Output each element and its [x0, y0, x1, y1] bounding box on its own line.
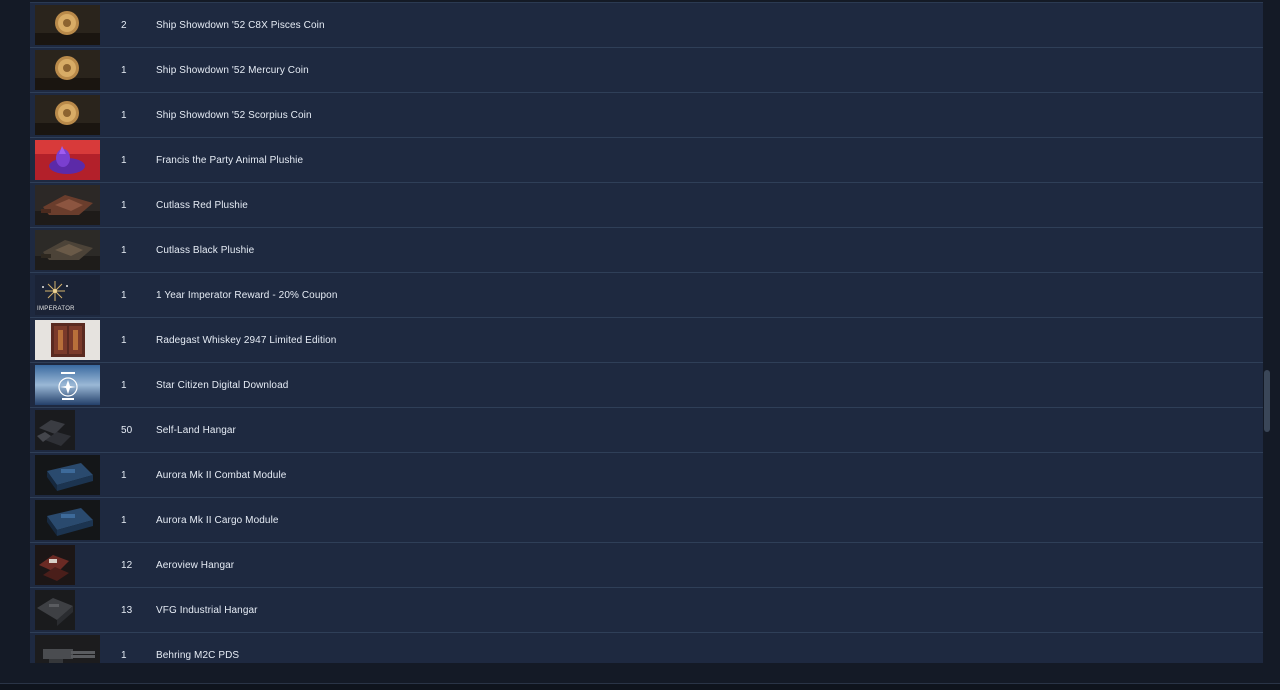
list-item[interactable]: 13 VFG Industrial Hangar — [30, 588, 1263, 633]
item-name: Aurora Mk II Combat Module — [156, 469, 287, 481]
imperator-logo-icon: IMPERATOR — [35, 275, 100, 315]
ship-plushie-icon — [35, 185, 100, 225]
item-quantity: 2 — [121, 19, 127, 31]
list-item[interactable]: 2 Ship Showdown '52 C8X Pisces Coin — [30, 3, 1263, 48]
list-item[interactable]: 1 Aurora Mk II Combat Module — [30, 453, 1263, 498]
scrollbar-track[interactable] — [1264, 0, 1272, 690]
item-quantity: 1 — [121, 379, 127, 391]
turret-icon — [35, 635, 100, 663]
item-name: Cutlass Black Plushie — [156, 244, 255, 256]
item-name: Aeroview Hangar — [156, 559, 235, 571]
list-item[interactable]: 1 Cutlass Red Plushie — [30, 183, 1263, 228]
item-quantity: 13 — [121, 604, 133, 616]
ship-plushie-icon — [35, 230, 100, 270]
module-icon — [35, 455, 100, 495]
item-quantity: 1 — [121, 289, 127, 301]
list-item[interactable]: 1 Ship Showdown '52 Scorpius Coin — [30, 93, 1263, 138]
item-quantity: 1 — [121, 199, 127, 211]
hangar-icon — [35, 590, 75, 630]
svg-text:IMPERATOR: IMPERATOR — [37, 306, 75, 312]
item-name: Self-Land Hangar — [156, 424, 236, 436]
list-item[interactable]: 50 Self-Land Hangar — [30, 408, 1263, 453]
item-name: Radegast Whiskey 2947 Limited Edition — [156, 334, 337, 346]
list-item[interactable]: 12 Aeroview Hangar — [30, 543, 1263, 588]
list-item[interactable]: IMPERATOR 1 1 Year Imperator Reward - 20… — [30, 273, 1263, 318]
star-citizen-logo-icon — [35, 365, 100, 405]
item-name: Cutlass Red Plushie — [156, 199, 248, 211]
coin-icon — [35, 5, 100, 45]
item-quantity: 1 — [121, 154, 127, 166]
item-quantity: 1 — [121, 64, 127, 76]
coin-icon — [35, 95, 100, 135]
item-name: Ship Showdown '52 Scorpius Coin — [156, 109, 312, 121]
scrollbar-thumb[interactable] — [1264, 370, 1270, 432]
item-name: Ship Showdown '52 Mercury Coin — [156, 64, 309, 76]
item-name: Aurora Mk II Cargo Module — [156, 514, 279, 526]
list-item[interactable]: 1 Francis the Party Animal Plushie — [30, 138, 1263, 183]
item-quantity: 12 — [121, 559, 133, 571]
hangar-icon — [35, 410, 75, 450]
bottom-bar — [0, 683, 1280, 690]
item-list: 2 Ship Showdown '52 C8X Pisces Coin 1 Sh… — [30, 2, 1263, 663]
list-item[interactable]: 1 Ship Showdown '52 Mercury Coin — [30, 48, 1263, 93]
list-item[interactable]: 1 Behring M2C PDS — [30, 633, 1263, 663]
item-quantity: 1 — [121, 334, 127, 346]
item-name: Francis the Party Animal Plushie — [156, 154, 304, 166]
item-quantity: 1 — [121, 649, 127, 661]
item-quantity: 50 — [121, 424, 133, 436]
item-quantity: 1 — [121, 469, 127, 481]
list-item[interactable]: 1 Cutlass Black Plushie — [30, 228, 1263, 273]
list-item[interactable]: 1 Radegast Whiskey 2947 Limited Edition — [30, 318, 1263, 363]
page: 2 Ship Showdown '52 C8X Pisces Coin 1 Sh… — [0, 0, 1280, 690]
item-quantity: 1 — [121, 244, 127, 256]
hangar-icon — [35, 545, 75, 585]
list-item[interactable]: 1 Aurora Mk II Cargo Module — [30, 498, 1263, 543]
list-item[interactable]: 1 Star Citizen Digital Download — [30, 363, 1263, 408]
item-name: Star Citizen Digital Download — [156, 379, 289, 391]
item-name: Ship Showdown '52 C8X Pisces Coin — [156, 19, 325, 31]
whiskey-case-icon — [35, 320, 100, 360]
item-quantity: 1 — [121, 109, 127, 121]
coin-icon — [35, 50, 100, 90]
plushie-icon — [35, 140, 100, 180]
item-name: 1 Year Imperator Reward - 20% Coupon — [156, 289, 338, 301]
module-icon — [35, 500, 100, 540]
item-name: Behring M2C PDS — [156, 649, 240, 661]
item-name: VFG Industrial Hangar — [156, 604, 258, 616]
item-quantity: 1 — [121, 514, 127, 526]
